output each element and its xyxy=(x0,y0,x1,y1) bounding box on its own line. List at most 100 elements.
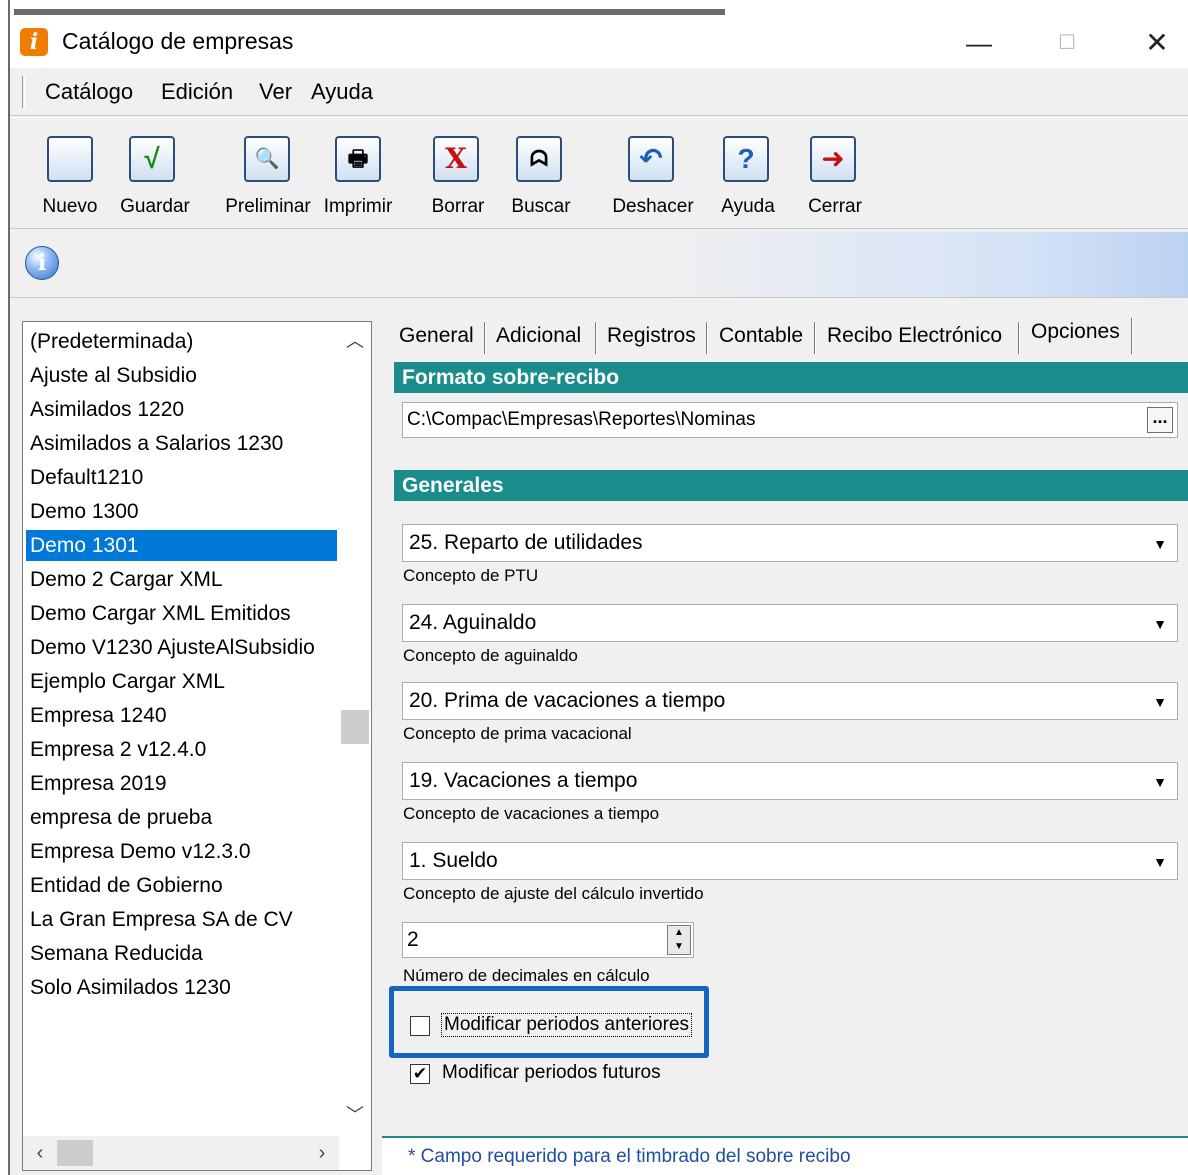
checkbox-unchecked-icon[interactable] xyxy=(410,1016,430,1036)
nuevo-button[interactable]: Nuevo xyxy=(30,130,110,222)
printer-icon: 🖶 xyxy=(335,136,381,182)
chevron-down-icon[interactable]: ▼ xyxy=(1147,848,1173,874)
app-logo-icon: i xyxy=(20,28,48,56)
preliminar-button[interactable]: 🔍 Preliminar xyxy=(220,130,316,222)
list-item[interactable]: Semana Reducida xyxy=(26,938,337,969)
tab-registros[interactable]: Registros xyxy=(607,318,696,354)
catalogo-empresas-window: i Catálogo de empresas — ☐ ✕ Catálogo Ed… xyxy=(0,0,1188,1175)
tab-opciones[interactable]: Opciones xyxy=(1031,314,1120,350)
info-bar: i xyxy=(10,232,1188,298)
menu-bar: Catálogo Edición Ver Ayuda xyxy=(10,68,1188,116)
cerrar-button[interactable]: ➜ Cerrar xyxy=(795,130,875,222)
list-item[interactable]: La Gran Empresa SA de CV xyxy=(26,904,337,935)
chevron-down-icon[interactable]: ▼ xyxy=(1147,610,1173,636)
concepto-ptu-label: Concepto de PTU xyxy=(403,566,539,585)
scroll-thumb[interactable] xyxy=(341,710,369,744)
exit-door-icon: ➜ xyxy=(810,136,856,182)
tab-general[interactable]: General xyxy=(399,318,474,354)
list-item[interactable]: Demo 2 Cargar XML xyxy=(26,564,337,595)
scroll-left-icon[interactable]: ‹ xyxy=(25,1136,55,1170)
list-item[interactable]: Asimilados a Salarios 1230 xyxy=(26,428,337,459)
scroll-thumb-horizontal[interactable] xyxy=(57,1140,93,1166)
checkbox-checked-icon[interactable]: ✔ xyxy=(410,1064,430,1084)
guardar-button[interactable]: √ Guardar xyxy=(115,130,195,222)
tab-contable[interactable]: Contable xyxy=(719,318,803,354)
list-item[interactable]: Entidad de Gobierno xyxy=(26,870,337,901)
tab-adicional[interactable]: Adicional xyxy=(496,318,581,354)
vertical-scrollbar[interactable]: ︿ ﹀ xyxy=(339,322,371,1130)
buscar-button[interactable]: ᗣ Buscar xyxy=(501,130,581,222)
menu-grip xyxy=(22,76,25,108)
minimize-button[interactable]: — xyxy=(955,24,1003,62)
scroll-right-icon[interactable]: › xyxy=(307,1136,337,1170)
list-item[interactable]: empresa de prueba xyxy=(26,802,337,833)
horizontal-scrollbar[interactable]: ‹ › xyxy=(23,1136,339,1170)
close-window-button[interactable]: ✕ xyxy=(1133,24,1181,62)
browse-button[interactable]: ... xyxy=(1147,407,1173,433)
company-list[interactable]: (Predeterminada) Ajuste al Subsidio Asim… xyxy=(22,321,372,1171)
concepto-aguinaldo-label: Concepto de aguinaldo xyxy=(403,646,578,665)
formato-path-value: C:\Compac\Empresas\Reportes\Nominas xyxy=(407,409,756,430)
list-item[interactable]: Empresa 1240 xyxy=(26,700,337,731)
window-left-border xyxy=(0,0,10,1175)
options-panel: General Adicional Registros Contable Rec… xyxy=(382,310,1188,1175)
title-bar: i Catálogo de empresas — ☐ ✕ xyxy=(10,18,1188,68)
help-icon: ? xyxy=(723,136,769,182)
maximize-button[interactable]: ☐ xyxy=(1043,24,1091,62)
decimales-label: Número de decimales en cálculo xyxy=(403,966,650,985)
concepto-aguinaldo-select[interactable]: 24. Aguinaldo ▼ xyxy=(402,604,1178,642)
menu-catalogo[interactable]: Catálogo xyxy=(45,79,133,105)
list-item[interactable]: Solo Asimilados 1230 xyxy=(26,972,337,1003)
deshacer-button[interactable]: ↶ Deshacer xyxy=(608,130,698,222)
print-preview-icon: 🔍 xyxy=(244,136,290,182)
chevron-down-icon[interactable]: ▼ xyxy=(1147,768,1173,794)
delete-x-icon: X xyxy=(433,136,479,182)
toolbar: Nuevo √ Guardar 🔍 Preliminar 🖶 Imprimir … xyxy=(10,117,1188,229)
ayuda-button[interactable]: ? Ayuda xyxy=(708,130,788,222)
menu-ayuda[interactable]: Ayuda xyxy=(311,79,373,105)
borrar-button[interactable]: X Borrar xyxy=(418,130,498,222)
concepto-ajuste-select[interactable]: 1. Sueldo ▼ xyxy=(402,842,1178,880)
scroll-down-icon[interactable]: ﹀ xyxy=(339,1100,371,1130)
scroll-up-icon[interactable]: ︿ xyxy=(339,326,371,356)
list-item[interactable]: Asimilados 1220 xyxy=(26,394,337,425)
undo-icon: ↶ xyxy=(628,136,674,182)
chevron-down-icon[interactable]: ▼ xyxy=(1147,530,1173,556)
tab-recibo-electronico[interactable]: Recibo Electrónico xyxy=(827,318,1002,354)
list-item-selected[interactable]: Demo 1301 xyxy=(26,530,337,561)
list-item[interactable]: Demo Cargar XML Emitidos xyxy=(26,598,337,629)
imprimir-button[interactable]: 🖶 Imprimir xyxy=(318,130,398,222)
section-header-formato: Formato sobre-recibo xyxy=(394,362,1188,393)
required-field-note: * Campo requerido para el timbrado del s… xyxy=(408,1146,851,1167)
info-icon: i xyxy=(25,246,59,280)
list-item[interactable]: Demo V1230 AjusteAlSubsidio xyxy=(26,632,337,663)
menu-ver[interactable]: Ver xyxy=(259,79,292,105)
concepto-vacaciones-select[interactable]: 19. Vacaciones a tiempo ▼ xyxy=(402,762,1178,800)
list-item[interactable]: Ejemplo Cargar XML xyxy=(26,666,337,697)
list-item[interactable]: Default1210 xyxy=(26,462,337,493)
list-item[interactable]: Empresa 2019 xyxy=(26,768,337,799)
background-window-edge xyxy=(0,0,1188,18)
list-item[interactable]: Empresa 2 v12.4.0 xyxy=(26,734,337,765)
concepto-ptu-select[interactable]: 25. Reparto de utilidades ▼ xyxy=(402,524,1178,562)
list-item[interactable]: (Predeterminada) xyxy=(26,326,337,357)
chevron-down-icon[interactable]: ▼ xyxy=(1147,688,1173,714)
decimales-spinner[interactable]: 2 ▲ ▼ xyxy=(402,922,694,958)
concepto-prima-vacacional-label: Concepto de prima vacacional xyxy=(403,724,632,743)
concepto-vacaciones-label: Concepto de vacaciones a tiempo xyxy=(403,804,660,823)
list-item[interactable]: Demo 1300 xyxy=(26,496,337,527)
checkmark-icon: √ xyxy=(129,136,175,182)
concepto-ajuste-label: Concepto de ajuste del cálculo invertido xyxy=(403,884,704,903)
formato-path-input[interactable]: C:\Compac\Empresas\Reportes\Nominas ... xyxy=(402,402,1178,438)
new-document-icon xyxy=(47,136,93,182)
tab-strip: General Adicional Registros Contable Rec… xyxy=(390,314,1188,356)
footer-bar: * Campo requerido para el timbrado del s… xyxy=(382,1136,1188,1175)
list-item[interactable]: Ajuste al Subsidio xyxy=(26,360,337,391)
window-title: Catálogo de empresas xyxy=(62,28,294,54)
menu-edicion[interactable]: Edición xyxy=(161,79,233,105)
list-item[interactable]: Empresa Demo v12.3.0 xyxy=(26,836,337,867)
concepto-prima-vacacional-select[interactable]: 20. Prima de vacaciones a tiempo ▼ xyxy=(402,682,1178,720)
binoculars-icon: ᗣ xyxy=(516,136,562,182)
spin-arrows-icon[interactable]: ▲ ▼ xyxy=(667,925,691,955)
section-header-generales: Generales xyxy=(394,470,1188,501)
